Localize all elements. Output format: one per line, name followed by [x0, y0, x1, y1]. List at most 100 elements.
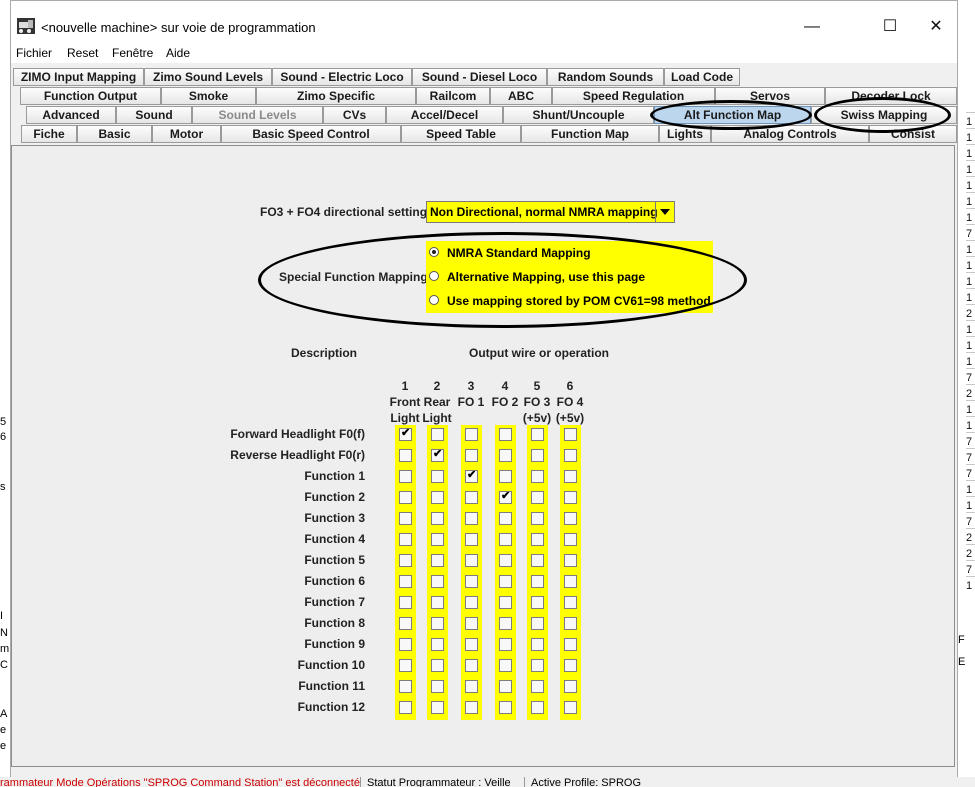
function-map-checkbox[interactable]	[564, 638, 577, 651]
function-map-checkbox[interactable]	[531, 617, 544, 630]
tab-servos[interactable]: Servos	[715, 87, 825, 105]
tab-zimo-specific[interactable]: Zimo Specific	[256, 87, 416, 105]
tab-cvs[interactable]: CVs	[323, 106, 386, 124]
function-map-checkbox[interactable]	[465, 554, 478, 567]
function-map-checkbox[interactable]	[564, 680, 577, 693]
tab-sound-electric-loco[interactable]: Sound - Electric Loco	[272, 68, 412, 86]
function-map-checkbox[interactable]	[531, 680, 544, 693]
tab-sound[interactable]: Sound	[116, 106, 192, 124]
function-map-checkbox[interactable]	[499, 512, 512, 525]
function-map-checkbox[interactable]	[399, 533, 412, 546]
tab-swiss-mapping[interactable]: Swiss Mapping	[811, 106, 957, 124]
function-map-checkbox[interactable]	[499, 533, 512, 546]
function-map-checkbox[interactable]	[564, 617, 577, 630]
function-map-checkbox[interactable]	[499, 680, 512, 693]
function-map-checkbox[interactable]	[431, 638, 444, 651]
function-map-checkbox[interactable]	[431, 428, 444, 441]
close-button[interactable]: ✕	[913, 11, 959, 43]
function-map-checkbox[interactable]	[465, 596, 478, 609]
function-map-checkbox[interactable]	[465, 533, 478, 546]
menu-aide[interactable]: Aide	[166, 46, 190, 60]
function-map-checkbox[interactable]	[531, 575, 544, 588]
tab-zimo-input-mapping[interactable]: ZIMO Input Mapping	[13, 68, 144, 86]
function-map-checkbox[interactable]	[564, 554, 577, 567]
function-map-checkbox[interactable]	[399, 638, 412, 651]
tab-speed-table[interactable]: Speed Table	[401, 125, 521, 143]
tab-zimo-sound-levels[interactable]: Zimo Sound Levels	[144, 68, 272, 86]
function-map-checkbox[interactable]	[531, 449, 544, 462]
tab-abc[interactable]: ABC	[490, 87, 552, 105]
radio-option[interactable]: Use mapping stored by POM CV61=98 method	[426, 289, 713, 313]
function-map-checkbox[interactable]	[564, 701, 577, 714]
function-map-checkbox[interactable]	[499, 638, 512, 651]
function-map-checkbox[interactable]	[531, 638, 544, 651]
function-map-checkbox[interactable]	[431, 617, 444, 630]
function-map-checkbox[interactable]	[531, 428, 544, 441]
title-bar[interactable]: <nouvelle machine> sur voie de programma…	[11, 1, 957, 43]
function-map-checkbox[interactable]	[499, 554, 512, 567]
radio-button[interactable]	[429, 295, 439, 305]
function-map-checkbox[interactable]	[499, 575, 512, 588]
radio-option[interactable]: NMRA Standard Mapping	[426, 241, 713, 265]
function-map-checkbox[interactable]: ✔	[399, 427, 412, 441]
tab-consist[interactable]: Consist	[869, 125, 957, 143]
function-map-checkbox[interactable]	[465, 659, 478, 672]
tab-random-sounds[interactable]: Random Sounds	[547, 68, 664, 86]
function-map-checkbox[interactable]	[499, 617, 512, 630]
function-map-checkbox[interactable]	[564, 470, 577, 483]
function-map-checkbox[interactable]	[564, 449, 577, 462]
function-map-checkbox[interactable]	[531, 470, 544, 483]
function-map-checkbox[interactable]	[431, 470, 444, 483]
function-map-checkbox[interactable]	[499, 428, 512, 441]
tab-fiche[interactable]: Fiche	[21, 125, 77, 143]
function-map-checkbox[interactable]	[431, 701, 444, 714]
function-map-checkbox[interactable]	[399, 575, 412, 588]
function-map-checkbox[interactable]	[531, 512, 544, 525]
function-map-checkbox[interactable]	[499, 449, 512, 462]
function-map-checkbox[interactable]	[465, 680, 478, 693]
tab-function-output[interactable]: Function Output	[20, 87, 161, 105]
tab-analog-controls[interactable]: Analog Controls	[711, 125, 869, 143]
minimize-button[interactable]: —	[789, 11, 835, 43]
function-map-checkbox[interactable]	[431, 491, 444, 504]
function-map-checkbox[interactable]	[399, 491, 412, 504]
tab-shunt-uncouple[interactable]: Shunt/Uncouple	[503, 106, 654, 124]
function-map-checkbox[interactable]	[399, 701, 412, 714]
function-map-checkbox[interactable]	[431, 659, 444, 672]
function-map-checkbox[interactable]	[399, 617, 412, 630]
radio-button[interactable]	[429, 271, 439, 281]
tab-accel-decel[interactable]: Accel/Decel	[386, 106, 503, 124]
function-map-checkbox[interactable]: ✔	[431, 448, 444, 462]
function-map-checkbox[interactable]	[564, 575, 577, 588]
function-map-checkbox[interactable]	[399, 470, 412, 483]
function-map-checkbox[interactable]	[564, 512, 577, 525]
tab-function-map[interactable]: Function Map	[521, 125, 659, 143]
function-map-checkbox[interactable]	[531, 596, 544, 609]
tab-sound-diesel-loco[interactable]: Sound - Diesel Loco	[412, 68, 547, 86]
menu-reset[interactable]: Reset	[67, 46, 98, 60]
tab-basic-speed-control[interactable]: Basic Speed Control	[221, 125, 401, 143]
tab-decoder-lock[interactable]: Decoder Lock	[825, 87, 957, 105]
function-map-checkbox[interactable]	[465, 428, 478, 441]
function-map-checkbox[interactable]	[399, 449, 412, 462]
radio-option[interactable]: Alternative Mapping, use this page	[426, 265, 713, 289]
function-map-checkbox[interactable]	[465, 617, 478, 630]
function-map-checkbox[interactable]	[531, 491, 544, 504]
menu-fichier[interactable]: Fichier	[16, 46, 52, 60]
tab-alt-function-map[interactable]: Alt Function Map	[654, 106, 811, 124]
function-map-checkbox[interactable]	[431, 512, 444, 525]
menu-fenetre[interactable]: Fenêtre	[112, 46, 153, 60]
tab-lights[interactable]: Lights	[659, 125, 711, 143]
function-map-checkbox[interactable]	[431, 575, 444, 588]
function-map-checkbox[interactable]	[399, 680, 412, 693]
function-map-checkbox[interactable]	[465, 491, 478, 504]
function-map-checkbox[interactable]	[399, 596, 412, 609]
function-map-checkbox[interactable]	[399, 512, 412, 525]
tab-speed-regulation[interactable]: Speed Regulation	[552, 87, 715, 105]
function-map-checkbox[interactable]	[431, 596, 444, 609]
function-map-checkbox[interactable]	[564, 596, 577, 609]
function-map-checkbox[interactable]	[531, 659, 544, 672]
function-map-checkbox[interactable]	[531, 554, 544, 567]
function-map-checkbox[interactable]	[431, 680, 444, 693]
function-map-checkbox[interactable]: ✔	[465, 469, 478, 483]
